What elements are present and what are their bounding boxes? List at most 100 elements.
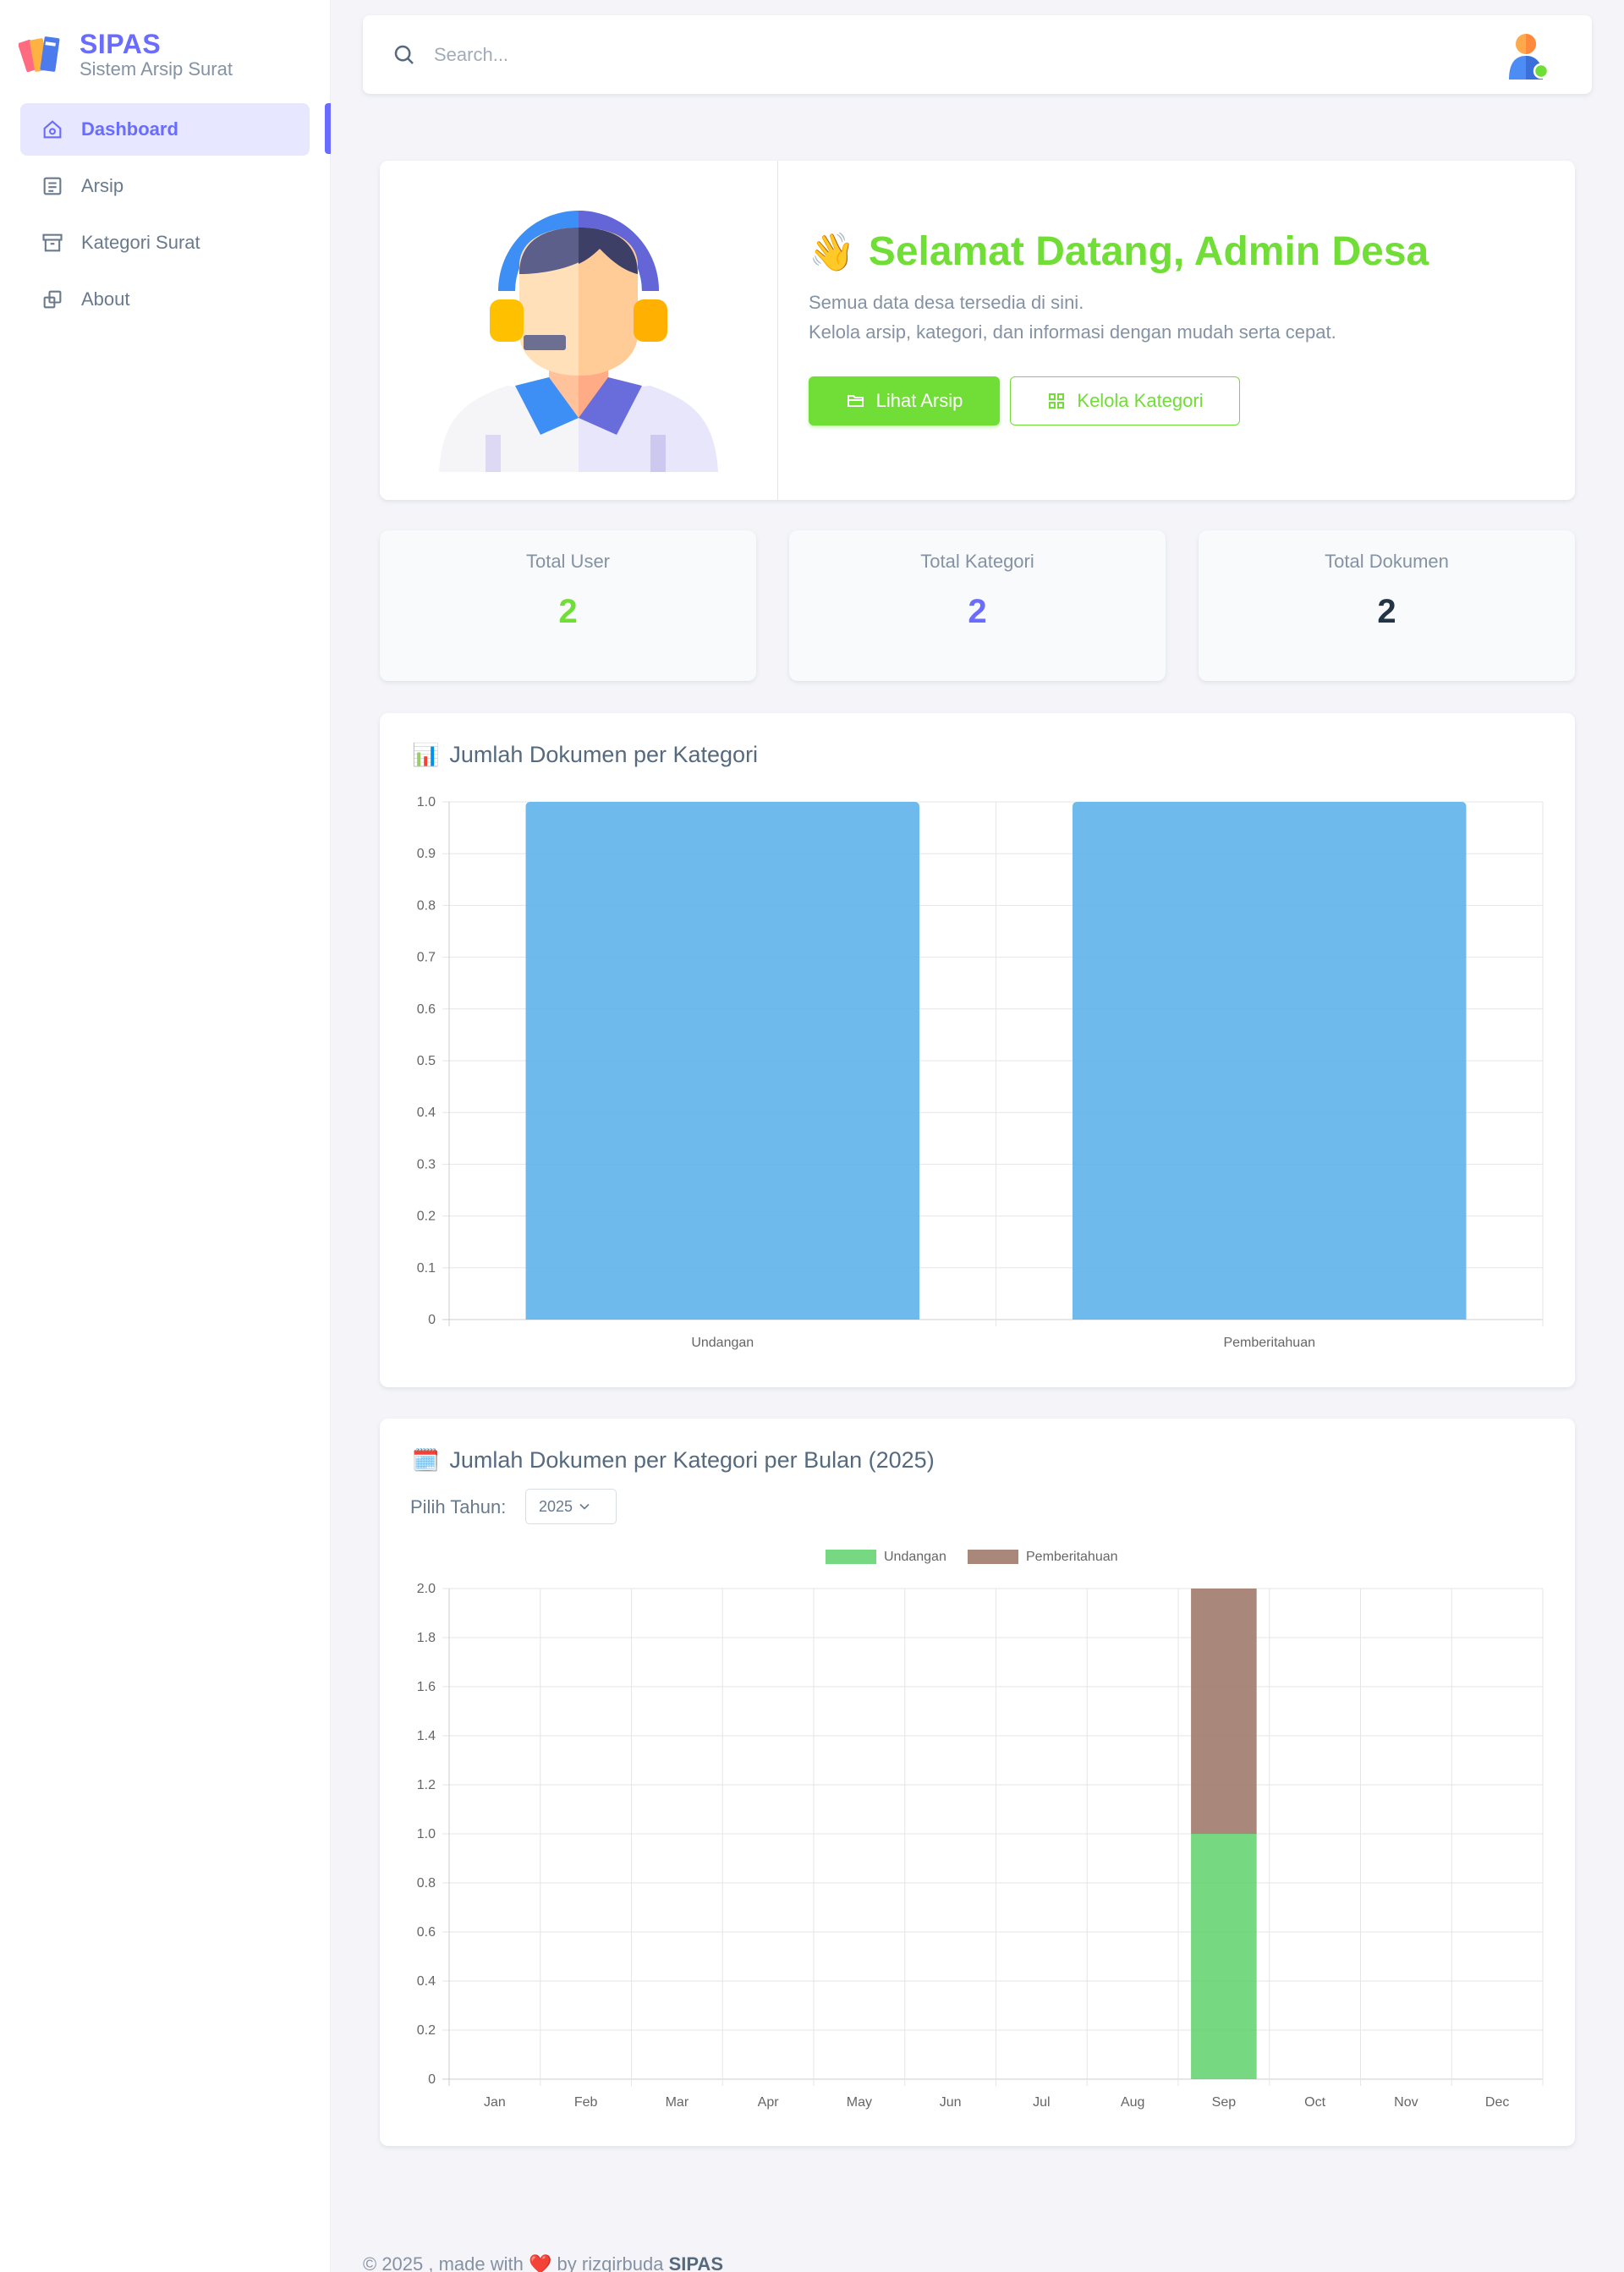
- stat-value: 2: [1377, 593, 1396, 630]
- kelola-kategori-label: Kelola Kategori: [1077, 390, 1204, 411]
- sidebar-item-about[interactable]: About: [20, 273, 310, 326]
- brand[interactable]: SIPAS Sistem Arsip Surat: [19, 29, 233, 81]
- y-tick-label: 0.8: [417, 1876, 436, 1891]
- y-tick-label: 0.8: [417, 898, 436, 913]
- active-indicator: [325, 103, 331, 154]
- x-tick-label: Aug: [1121, 2095, 1144, 2110]
- search-icon: [394, 45, 414, 64]
- search-input[interactable]: [434, 43, 1364, 66]
- lihat-arsip-label: Lihat Arsip: [875, 390, 963, 411]
- y-tick-label: 0: [428, 2072, 436, 2087]
- legend-label-undangan: Undangan: [884, 1550, 946, 1564]
- grid-icon: [1049, 393, 1065, 409]
- bar-pemberitahuan: [1073, 802, 1467, 1320]
- stat-label: Total Kategori: [920, 551, 1034, 572]
- chevron-down-icon: [579, 1503, 590, 1510]
- y-tick-label: 1.4: [417, 1729, 436, 1743]
- chart-card-per-bulan: 0 0.2 0.4 0.6 0.8 1.0 1.2 1.4 1.6 1.8 2.0 Jan Feb Mar…: [380, 1419, 1575, 2146]
- stat-value: 2: [968, 593, 987, 630]
- x-tick-label: Jun: [940, 2095, 962, 2110]
- y-tick-label: 1.2: [417, 1778, 436, 1792]
- y-tick-label: 0.2: [417, 1210, 436, 1224]
- y-tick-label: 0.6: [417, 1002, 436, 1017]
- y-tick-label: 0.9: [417, 847, 436, 861]
- welcome-heading: 👋 Selamat Datang, Admin Desa: [809, 228, 1429, 275]
- stat-card-total-kategori: Total Kategori 2: [789, 530, 1166, 681]
- welcome-title-text: Selamat Datang, Admin Desa: [868, 229, 1429, 274]
- chart-title: 📊 Jumlah Dokumen per Kategori: [412, 742, 758, 768]
- y-tick-label: 2.0: [417, 1582, 436, 1596]
- x-tick-label: Jan: [484, 2095, 506, 2110]
- footer-copyright: © 2025 , made with: [363, 2253, 524, 2272]
- footer: © 2025 , made with ❤️ by rizqirbuda SIPA…: [363, 2253, 723, 2272]
- heart-icon: ❤️: [529, 2253, 552, 2272]
- sidebar-menu: Dashboard Arsip Kategori Surat About: [20, 103, 310, 330]
- folder-open-icon: [847, 395, 864, 407]
- kelola-kategori-button[interactable]: Kelola Kategori: [1010, 376, 1240, 425]
- sidebar-item-label: About: [81, 288, 130, 310]
- lihat-arsip-button[interactable]: Lihat Arsip: [809, 376, 1000, 425]
- legend-swatch-pemberitahuan: [968, 1550, 1018, 1564]
- bar-chart-per-kategori: 0 0.1 0.2 0.3 0.4 0.5 0.6 0.7 0.8 0.9 1.0 Undangan P…: [417, 795, 1544, 1350]
- y-tick-label: 1.0: [417, 795, 436, 809]
- sidebar-item-label: Arsip: [81, 175, 124, 196]
- x-tick-label: Apr: [758, 2095, 780, 2110]
- sidebar: SIPAS Sistem Arsip Surat Dashboard Arsip…: [0, 0, 331, 2272]
- y-tick-label: 1.0: [417, 1827, 436, 1841]
- document-icon: [43, 177, 62, 195]
- welcome-card: 👋 Selamat Datang, Admin Desa Semua data …: [380, 161, 1575, 500]
- chart-title-text: Jumlah Dokumen per Kategori per Bulan (2…: [449, 1447, 935, 1473]
- year-select[interactable]: 2025: [525, 1489, 617, 1524]
- calendar-icon: 🗓️: [412, 1447, 440, 1473]
- x-tick-label: Jul: [1033, 2095, 1050, 2110]
- top-navbar: [363, 15, 1592, 94]
- x-tick-label: Sep: [1212, 2095, 1237, 2110]
- x-tick-label: Pemberitahuan: [1223, 1336, 1315, 1350]
- support-agent-illustration: [439, 211, 718, 472]
- bar-undangan: [1191, 1834, 1257, 2079]
- home-icon: [43, 120, 62, 139]
- y-tick-label: 0.6: [417, 1925, 436, 1940]
- legend-swatch-undangan: [826, 1550, 876, 1564]
- year-filter-label: Pilih Tahun:: [410, 1496, 507, 1517]
- user-avatar-icon[interactable]: [1504, 30, 1551, 81]
- bar-pemberitahuan: [1191, 1589, 1257, 1834]
- y-tick-label: 0.7: [417, 951, 436, 965]
- y-tick-label: 0.3: [417, 1157, 436, 1172]
- waving-hand-icon: 👋: [809, 231, 855, 273]
- brand-title: SIPAS: [80, 29, 162, 59]
- x-tick-label: May: [847, 2095, 872, 2110]
- stacked-bar-chart-per-bulan: 0 0.2 0.4 0.6 0.8 1.0 1.2 1.4 1.6 1.8 2.0 Jan Feb Mar…: [417, 1550, 1544, 2110]
- bar-undangan: [525, 802, 919, 1320]
- stat-value: 2: [558, 593, 578, 630]
- y-tick-label: 0.1: [417, 1261, 436, 1276]
- stat-label: Total User: [525, 551, 611, 572]
- sidebar-item-label: Dashboard: [81, 118, 178, 140]
- y-tick-label: 0.5: [417, 1054, 436, 1068]
- archive-box-icon: [42, 233, 63, 252]
- sidebar-item-label: Kategori Surat: [81, 232, 200, 253]
- welcome-divider: [777, 161, 778, 500]
- sidebar-item-dashboard[interactable]: Dashboard: [20, 103, 310, 156]
- sidebar-item-arsip[interactable]: Arsip: [20, 160, 310, 212]
- x-tick-label: Feb: [574, 2095, 598, 2110]
- chart-title-text: Jumlah Dokumen per Kategori: [449, 742, 759, 767]
- x-tick-label: Mar: [666, 2095, 689, 2110]
- footer-brand: SIPAS: [668, 2253, 723, 2272]
- stat-card-total-dokumen: Total Dokumen 2: [1199, 530, 1575, 681]
- x-tick-label: Nov: [1394, 2095, 1418, 2110]
- welcome-description-2: Kelola arsip, kategori, dan informasi de…: [809, 321, 1336, 343]
- chart-card-per-kategori: 0 0.1 0.2 0.3 0.4 0.5 0.6 0.7 0.8 0.9 1.0 Undangan P…: [380, 713, 1575, 1387]
- stat-label: Total Dokumen: [1325, 551, 1449, 572]
- sidebar-item-kategori-surat[interactable]: Kategori Surat: [20, 217, 310, 269]
- x-tick-label: Undangan: [691, 1336, 754, 1350]
- y-tick-label: 0.2: [417, 2023, 436, 2038]
- bar-chart-icon: 📊: [412, 742, 440, 767]
- y-tick-label: 1.6: [417, 1680, 436, 1694]
- copy-icon: [43, 290, 62, 309]
- y-tick-label: 0.4: [417, 1974, 436, 1989]
- chart-title: 🗓️ Jumlah Dokumen per Kategori per Bulan…: [412, 1447, 935, 1474]
- books-logo-icon: [19, 36, 60, 73]
- brand-subtitle: Sistem Arsip Surat: [80, 58, 233, 80]
- x-tick-label: Dec: [1485, 2095, 1509, 2110]
